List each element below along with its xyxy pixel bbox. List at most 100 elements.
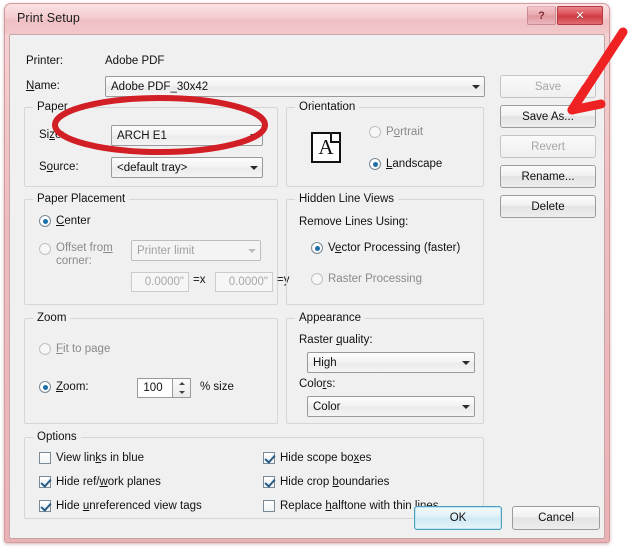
spinner-up-icon[interactable] [173,379,190,388]
page-orientation-icon: A [311,132,341,163]
ok-button[interactable]: OK [414,506,502,530]
option-replace-halftone-with-thin-lines[interactable]: Replace halftone with thin lines [263,500,439,512]
paper-source-combo[interactable]: <default tray> [111,157,263,178]
paper-size-value: ARCH E1 [117,129,167,142]
zoom-group: Zoom Fit to page Zoom: 100 % size [24,312,278,424]
checkbox-icon [263,500,275,512]
orientation-portrait-label: Portrait [386,126,424,138]
option-hide-unreferenced-view-tags-label: Hide unreferenced view tags [56,500,202,512]
print-setup-dialog: Print Setup ? ✕ Printer: Adobe PDF Name:… [4,3,610,543]
option-view-links-in-blue[interactable]: View links in blue [39,452,144,464]
printer-name-value: Adobe PDF_30x42 [111,80,209,93]
option-hide-ref-work-planes[interactable]: Hide ref/work planes [39,476,161,488]
paper-group-title: Paper [33,101,72,113]
zoom-group-title: Zoom [33,312,71,324]
offset-x-input[interactable]: 0.0000" [131,272,189,292]
chevron-down-icon [457,353,474,372]
option-hide-crop-boundaries-label: Hide crop boundaries [280,476,390,488]
cancel-button[interactable]: Cancel [512,506,600,530]
checkbox-icon [263,476,275,488]
revert-button-label: Revert [531,140,565,153]
paper-placement-group-title: Paper Placement [33,193,130,205]
zoom-percent-input[interactable]: 100 [137,378,173,398]
placement-center-label: Center [56,215,91,227]
vector-processing-label: Vector Processing (faster) [328,242,461,254]
orientation-group-title: Orientation [295,101,360,113]
paper-placement-group: Paper Placement Center Offset from corner… [24,193,289,305]
colors-combo[interactable]: Color [307,396,475,417]
delete-button[interactable]: Delete [500,195,596,218]
dialog-client-area: Printer: Adobe PDF Name: Adobe PDF_30x42… [9,34,605,539]
placement-offset-radio[interactable]: Offset from corner: [39,242,113,268]
option-hide-ref-work-planes-label: Hide ref/work planes [56,476,161,488]
save-as-button[interactable]: Save As... [500,105,596,128]
zoom-percent-suffix: % size [200,381,234,393]
colors-label: Colors: [299,378,336,390]
placement-center-radio[interactable]: Center [39,215,91,227]
radio-dot-icon [311,242,323,254]
close-icon[interactable]: ✕ [557,6,603,25]
revert-button[interactable]: Revert [500,135,596,158]
option-hide-scope-boxes-label: Hide scope boxes [280,452,372,464]
chevron-down-icon [243,241,260,260]
window-controls: ? ✕ [527,6,603,25]
zoom-fit-to-page-label: Fit to page [56,343,111,355]
radio-dot-icon [39,215,51,227]
offset-y-input[interactable]: 0.0000" [215,272,273,292]
option-hide-scope-boxes[interactable]: Hide scope boxes [263,452,371,464]
radio-dot-icon [39,243,51,255]
radio-dot-icon [39,381,51,393]
paper-size-label: Size: [39,129,65,141]
appearance-group-title: Appearance [295,312,366,324]
raster-processing-radio[interactable]: Raster Processing [311,273,422,285]
orientation-landscape-label: Landscape [386,158,443,170]
offset-corner-combo[interactable]: Printer limit [131,240,261,261]
option-hide-unreferenced-view-tags[interactable]: Hide unreferenced view tags [39,500,202,512]
checkbox-icon [39,500,51,512]
vector-processing-radio[interactable]: Vector Processing (faster) [311,242,460,254]
option-hide-crop-boundaries[interactable]: Hide crop boundaries [263,476,389,488]
raster-quality-value: High [313,356,337,369]
cancel-button-label: Cancel [538,512,574,524]
printer-value: Adobe PDF [105,55,165,67]
paper-group: Paper Size: ARCH E1 Source: <default tra… [24,101,278,187]
chevron-down-icon [467,77,484,96]
printer-label: Printer: [26,55,64,67]
spinner-down-icon[interactable] [173,388,190,397]
chevron-down-icon [245,126,262,145]
checkbox-icon [39,452,51,464]
raster-quality-label: Raster quality: [299,334,373,346]
radio-dot-icon [369,126,381,138]
zoom-spinner[interactable] [173,378,191,398]
zoom-value-label: Zoom: [56,381,89,393]
orientation-portrait-radio[interactable]: Portrait [369,126,423,138]
delete-button-label: Delete [531,200,565,213]
help-icon[interactable]: ? [527,6,556,25]
name-label: Name: [26,80,60,92]
paper-source-label: Source: [39,161,79,173]
orientation-group: Orientation A Portrait Landscape [286,101,484,187]
options-group-title: Options [33,431,81,443]
zoom-fit-to-page-radio[interactable]: Fit to page [39,343,110,355]
placement-offset-label: Offset from corner: [56,242,113,267]
option-view-links-in-blue-label: View links in blue [56,452,145,464]
screenshot-root: Print Setup ? ✕ Printer: Adobe PDF Name:… [0,0,637,548]
printer-name-combo[interactable]: Adobe PDF_30x42 [105,76,485,97]
offset-corner-value: Printer limit [137,244,195,257]
appearance-group: Appearance Raster quality: High Colors: … [286,312,484,424]
radio-dot-icon [369,158,381,170]
colors-value: Color [313,400,341,413]
title-bar[interactable]: Print Setup ? ✕ [5,4,609,34]
hidden-line-views-group-title: Hidden Line Views [295,193,399,205]
rename-button[interactable]: Rename... [500,165,596,188]
raster-quality-combo[interactable]: High [307,352,475,373]
zoom-value-radio[interactable]: Zoom: [39,381,89,393]
offset-x-suffix: =x [193,274,206,286]
radio-dot-icon [39,343,51,355]
paper-size-combo[interactable]: ARCH E1 [111,125,263,146]
hidden-line-views-group: Hidden Line Views Remove Lines Using: Ve… [286,193,484,305]
save-button[interactable]: Save [500,75,596,98]
orientation-landscape-radio[interactable]: Landscape [369,158,442,170]
chevron-down-icon [245,158,262,177]
window-title: Print Setup [17,11,80,25]
